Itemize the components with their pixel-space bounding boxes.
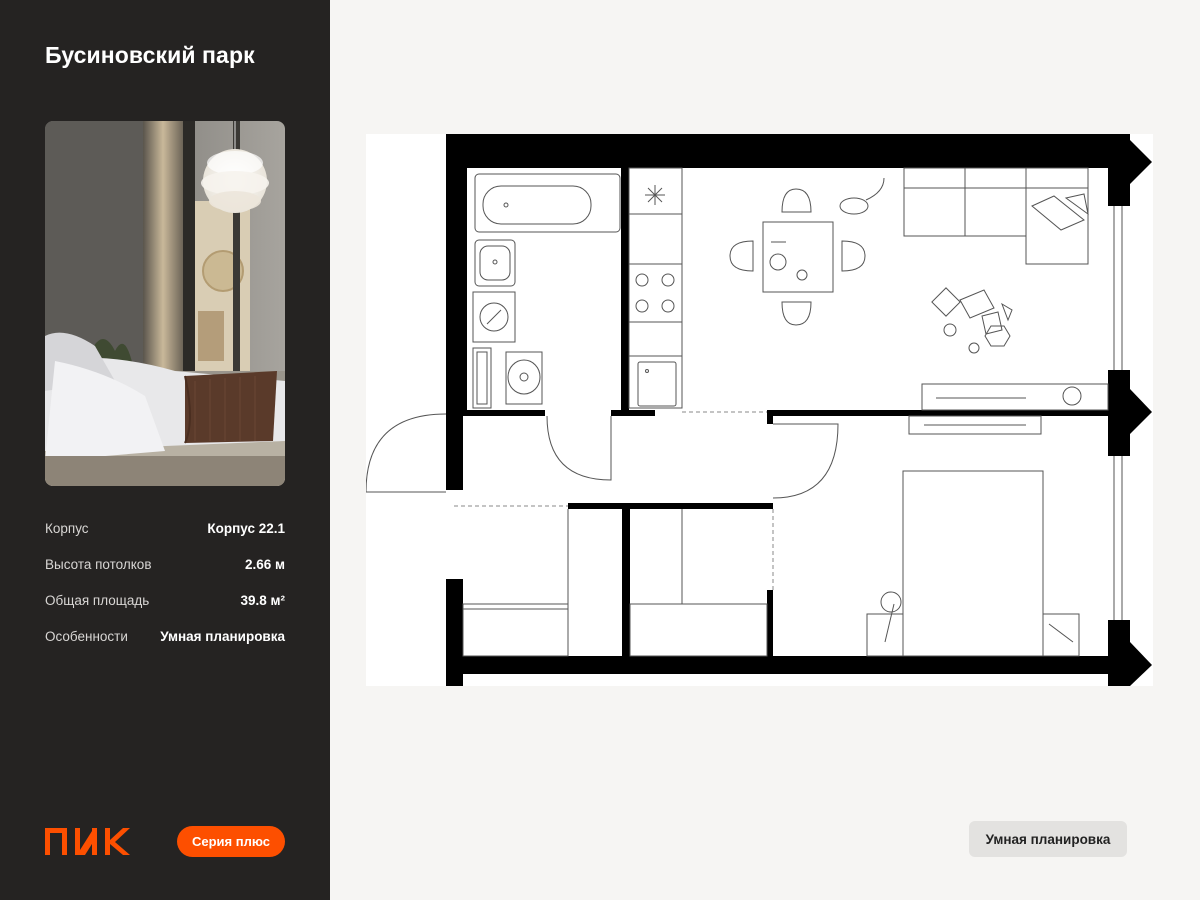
project-title: Бусиновский парк	[45, 42, 255, 68]
spec-value: Умная планировка	[160, 629, 285, 644]
spec-value: 2.66 м	[244, 557, 285, 572]
spec-label: Особенности	[45, 629, 128, 644]
interior-photo	[45, 121, 285, 486]
series-plus-button[interactable]: Серия плюс	[177, 826, 285, 857]
doorway-lines	[454, 411, 774, 590]
floor-plan	[366, 134, 1153, 686]
spec-value: 39.8 м²	[240, 593, 285, 608]
smart-layout-badge: Умная планировка	[969, 821, 1127, 857]
spec-label: Высота потолков	[45, 557, 152, 572]
specs-list: Корпус Корпус 22.1 Высота потолков 2.66 …	[45, 521, 285, 665]
spec-row-building: Корпус Корпус 22.1	[45, 521, 285, 557]
spec-label: Корпус	[45, 521, 89, 536]
sidebar: Бусиновский парк Корпус Корпус 22.1 Высо…	[0, 0, 330, 900]
spec-row-ceiling-height: Высота потолков 2.66 м	[45, 557, 285, 593]
spec-row-total-area: Общая площадь 39.8 м²	[45, 593, 285, 629]
spec-value: Корпус 22.1	[207, 521, 285, 536]
spec-row-features: Особенности Умная планировка	[45, 629, 285, 665]
spec-label: Общая площадь	[45, 593, 150, 608]
pik-logo[interactable]	[45, 828, 131, 861]
